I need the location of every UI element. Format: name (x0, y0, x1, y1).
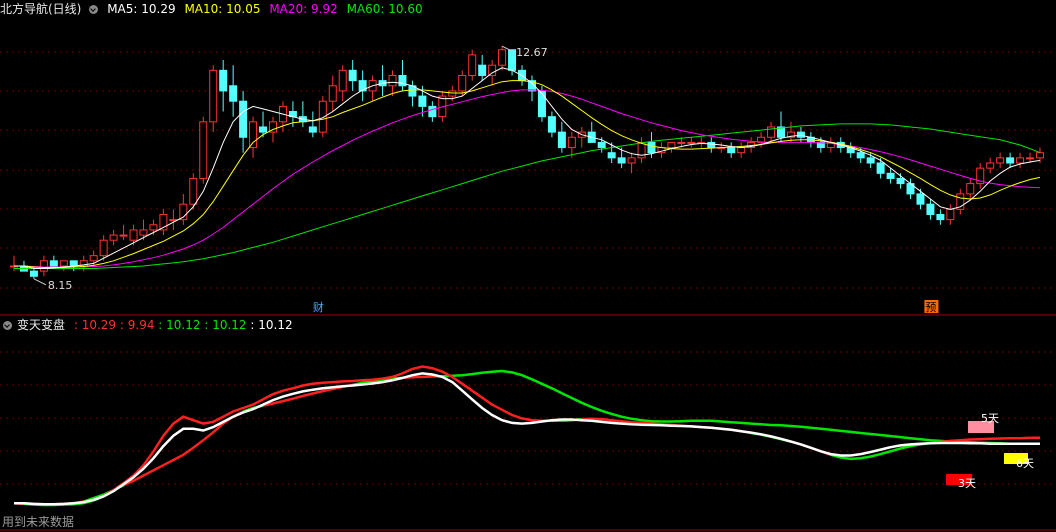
candle-body (89, 255, 98, 262)
candle-body (866, 157, 875, 164)
candle-body (49, 260, 58, 267)
candle-body (498, 49, 507, 66)
candle-body (856, 152, 865, 159)
candle-body (876, 162, 885, 174)
candle-body (617, 157, 626, 164)
candle-body (896, 177, 905, 185)
candle-body (687, 141, 696, 144)
stock-title: 北方导航(日线) (0, 2, 82, 16)
candle-body (99, 239, 108, 257)
candle-body (547, 116, 556, 133)
candle-body (597, 141, 606, 149)
candle-body (259, 126, 268, 133)
candle-body (249, 121, 258, 149)
candle-body (139, 229, 148, 236)
candle-body (567, 136, 576, 149)
candle-body (647, 141, 656, 154)
sub-value-4: : 10.12 (204, 318, 247, 332)
candle-body (508, 49, 517, 71)
candle-body (348, 69, 357, 82)
candle-body (119, 234, 128, 237)
high-label: 12.67 (516, 46, 548, 59)
candle-body (478, 64, 487, 76)
candle-body (209, 69, 218, 123)
candle-body (627, 157, 636, 164)
candle-body (1026, 157, 1035, 160)
dropdown-circle-icon[interactable] (89, 5, 99, 14)
low-pointer (33, 278, 47, 286)
sub-value-5: : 10.12 (250, 318, 293, 332)
candle-body (986, 162, 995, 169)
ma5-label: MA5: 10.29 (107, 2, 176, 16)
sub-value-1: : 10.29 (73, 318, 117, 332)
candle-body (966, 183, 975, 195)
marker-yu: 预 (925, 301, 936, 314)
candle-body (229, 85, 238, 102)
ma10-label: MA10: 10.05 (184, 2, 261, 16)
candle-body (388, 74, 397, 87)
candle-body (39, 260, 48, 272)
candle-body (69, 260, 78, 267)
tag-3-label: 3天 (958, 477, 976, 490)
candle-body (458, 74, 467, 92)
candle-body (537, 90, 546, 118)
candle-body (607, 152, 616, 159)
candle-body (29, 270, 38, 277)
candle-body (1006, 157, 1015, 164)
candle-body (667, 141, 676, 149)
candle-body (677, 141, 686, 144)
candle-body (886, 172, 895, 179)
indicator-title: 变天变盘 (17, 318, 66, 332)
dropdown-circle-icon[interactable] (3, 321, 12, 330)
kline-chart: 12.67 8.15 财 预 5天 3天 6天 (0, 45, 1056, 531)
candle-body (557, 131, 566, 149)
candle-body (199, 121, 208, 179)
candle-body (338, 69, 347, 92)
candle-body (996, 157, 1005, 164)
candle-body (946, 208, 955, 221)
candle-body (328, 85, 337, 102)
sub-value-3: : 10.12 (158, 318, 201, 332)
candle-body (727, 147, 736, 154)
candle-body (149, 224, 158, 231)
candle-body (418, 95, 427, 107)
sub-value-2: : 9.94 (119, 318, 155, 332)
sub-line-2 (103, 365, 552, 498)
candle-body (488, 64, 497, 76)
candle-body (796, 131, 805, 138)
ma20-label: MA20: 9.92 (269, 2, 338, 16)
candle-body (926, 203, 935, 215)
sub-line-3 (14, 372, 1040, 506)
candle-body (109, 234, 118, 241)
candle-body (1016, 157, 1025, 164)
ma5-line (14, 67, 1041, 269)
candle-body (428, 105, 437, 118)
sub-line-1 (262, 383, 353, 407)
candle-body (219, 69, 228, 92)
ma60-label: MA60: 10.60 (346, 2, 423, 16)
sub-line-1 (123, 410, 244, 487)
tag-5-label: 5天 (981, 412, 999, 425)
sub-header: 变天变盘 : 10.29 : 9.94 : 10.12 : 10.12 : 10… (0, 316, 298, 334)
candle-body (707, 141, 716, 149)
candle-body (308, 126, 317, 133)
candle-body (239, 100, 248, 138)
candle-body (916, 193, 925, 205)
main-header: 北方导航(日线) MA5: 10.29 MA10: 10.05 MA20: 9.… (0, 0, 428, 18)
candle-body (189, 177, 198, 205)
candle-body (468, 54, 477, 76)
tag-6-label: 6天 (1016, 457, 1034, 470)
candle-body (129, 229, 138, 241)
low-label: 8.15 (48, 279, 73, 292)
ma10-line (14, 80, 1041, 268)
candle-body (737, 147, 746, 154)
footer-note: 用到未来数据 (2, 515, 75, 529)
ma60-line (14, 123, 1041, 269)
candle-body (1036, 152, 1044, 159)
candle-body (59, 260, 68, 267)
ma20-line (14, 89, 1041, 268)
sub-line-1 (442, 369, 1011, 445)
candle-body (936, 213, 945, 221)
marker-cai: 财 (313, 300, 324, 314)
